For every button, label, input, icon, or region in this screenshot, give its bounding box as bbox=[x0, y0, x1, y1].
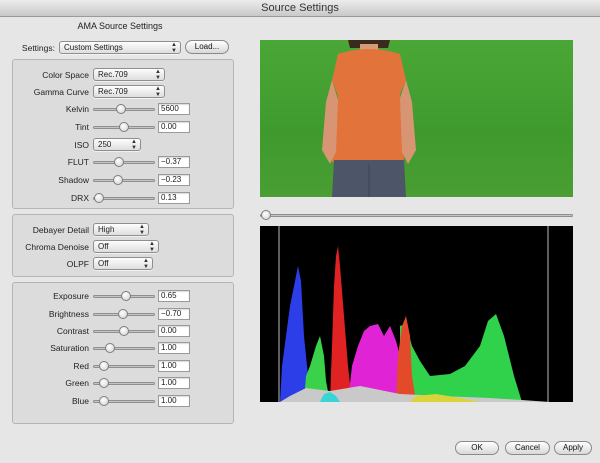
slider-thumb[interactable] bbox=[94, 193, 105, 203]
histogram-graph bbox=[260, 226, 573, 402]
grade-settings-group: Exposure 0.65 Brightness −0.70 Contrast … bbox=[12, 282, 234, 424]
video-frame-image bbox=[260, 40, 573, 197]
settings-label: Settings: bbox=[21, 43, 55, 53]
apply-button[interactable]: Apply bbox=[554, 441, 592, 455]
debayer-settings-group: Debayer Detail High ▲ ▼ Chroma Denoise Of… bbox=[12, 214, 234, 277]
blue-slider[interactable] bbox=[93, 395, 155, 407]
slider-track bbox=[93, 179, 155, 182]
flut-label: FLUT bbox=[67, 157, 89, 167]
slider-thumb[interactable] bbox=[99, 378, 110, 388]
contrast-field[interactable]: 0.00 bbox=[158, 325, 190, 337]
ama-source-settings-panel: AMA Source Settings Settings: Custom Set… bbox=[5, 17, 235, 424]
slider-thumb[interactable] bbox=[99, 396, 110, 406]
olpf-popup[interactable]: Off ▲ ▼ bbox=[93, 257, 153, 270]
red-slider[interactable] bbox=[93, 360, 155, 372]
slider-thumb[interactable] bbox=[120, 291, 131, 301]
gamma-curve-popup[interactable]: Rec.709 ▲ ▼ bbox=[93, 85, 165, 98]
shadow-label: Shadow bbox=[58, 175, 89, 185]
iso-label: ISO bbox=[74, 140, 89, 150]
debayer-detail-value: High bbox=[98, 225, 115, 234]
slider-thumb[interactable] bbox=[112, 175, 123, 185]
popup-arrows-icon: ▲ ▼ bbox=[131, 139, 137, 151]
popup-arrows-icon: ▲ ▼ bbox=[149, 241, 155, 253]
red-field[interactable]: 1.00 bbox=[158, 360, 190, 372]
timeline-scrubber[interactable] bbox=[260, 209, 573, 221]
kelvin-label: Kelvin bbox=[65, 104, 89, 114]
slider-thumb[interactable] bbox=[105, 343, 116, 353]
settings-popup[interactable]: Custom Settings ▲ ▼ bbox=[59, 41, 181, 54]
blue-field[interactable]: 1.00 bbox=[158, 395, 190, 407]
saturation-slider[interactable] bbox=[93, 342, 155, 354]
exposure-slider[interactable] bbox=[93, 290, 155, 302]
window-title: Source Settings bbox=[0, 0, 600, 17]
tint-label: Tint bbox=[75, 122, 89, 132]
contrast-label: Contrast bbox=[56, 326, 89, 336]
flut-field[interactable]: −0.37 bbox=[158, 156, 190, 168]
color-space-popup[interactable]: Rec.709 ▲ ▼ bbox=[93, 68, 165, 81]
chroma-denoise-label: Chroma Denoise bbox=[25, 242, 89, 252]
chroma-denoise-value: Off bbox=[98, 242, 109, 251]
kelvin-slider[interactable] bbox=[93, 103, 155, 115]
shadow-slider[interactable] bbox=[93, 174, 155, 186]
brightness-slider[interactable] bbox=[93, 308, 155, 320]
popup-arrows-icon: ▲ ▼ bbox=[155, 69, 161, 81]
drx-label: DRX bbox=[71, 193, 89, 203]
exposure-label: Exposure bbox=[53, 291, 89, 301]
olpf-label: OLPF bbox=[66, 259, 89, 269]
slider-thumb[interactable] bbox=[119, 326, 129, 336]
flut-slider[interactable] bbox=[93, 156, 155, 168]
debayer-detail-label: Debayer Detail bbox=[32, 225, 89, 235]
load-button[interactable]: Load... bbox=[185, 40, 229, 54]
slider-thumb[interactable] bbox=[117, 309, 128, 319]
histogram bbox=[260, 226, 573, 402]
green-label: Green bbox=[65, 378, 89, 388]
brightness-label: Brightness bbox=[48, 309, 89, 319]
brightness-field[interactable]: −0.70 bbox=[158, 308, 190, 320]
settings-popup-value: Custom Settings bbox=[64, 43, 123, 52]
iso-value: 250 bbox=[98, 140, 112, 149]
scrubber-thumb[interactable] bbox=[261, 210, 272, 220]
popup-arrows-icon: ▲ ▼ bbox=[143, 258, 149, 270]
chroma-denoise-popup[interactable]: Off ▲ ▼ bbox=[93, 240, 159, 253]
shadow-field[interactable]: −0.23 bbox=[158, 174, 190, 186]
popup-arrows-icon: ▲ ▼ bbox=[155, 86, 161, 98]
iso-popup[interactable]: 250 ▲ ▼ bbox=[93, 138, 141, 151]
saturation-label: Saturation bbox=[50, 343, 89, 353]
red-label: Red bbox=[73, 361, 89, 371]
green-slider[interactable] bbox=[93, 377, 155, 389]
color-settings-group: Color Space Rec.709 ▲ ▼ Gamma Curve Rec.7… bbox=[12, 59, 234, 209]
saturation-field[interactable]: 1.00 bbox=[158, 342, 190, 354]
slider-thumb[interactable] bbox=[99, 361, 110, 371]
kelvin-field[interactable]: 5600 bbox=[158, 103, 190, 115]
gamma-curve-label: Gamma Curve bbox=[33, 87, 89, 97]
color-space-label: Color Space bbox=[42, 70, 89, 80]
cancel-button[interactable]: Cancel bbox=[505, 441, 550, 455]
blue-label: Blue bbox=[71, 396, 89, 406]
tint-slider[interactable] bbox=[93, 121, 155, 133]
drx-field[interactable]: 0.13 bbox=[158, 192, 190, 204]
color-space-value: Rec.709 bbox=[98, 70, 128, 79]
slider-thumb[interactable] bbox=[115, 104, 126, 114]
gamma-curve-value: Rec.709 bbox=[98, 87, 128, 96]
slider-thumb[interactable] bbox=[119, 122, 129, 132]
exposure-field[interactable]: 0.65 bbox=[158, 290, 190, 302]
olpf-value: Off bbox=[98, 259, 109, 268]
green-field[interactable]: 1.00 bbox=[158, 377, 190, 389]
scrubber-track bbox=[260, 214, 573, 217]
contrast-slider[interactable] bbox=[93, 325, 155, 337]
slider-thumb[interactable] bbox=[114, 157, 125, 167]
source-settings-window: AMA Source Settings Settings: Custom Set… bbox=[0, 17, 600, 463]
popup-arrows-icon: ▲ ▼ bbox=[139, 224, 145, 236]
debayer-detail-popup[interactable]: High ▲ ▼ bbox=[93, 223, 149, 236]
drx-slider[interactable] bbox=[93, 192, 155, 204]
ok-button[interactable]: OK bbox=[455, 441, 499, 455]
video-preview bbox=[260, 40, 573, 197]
tint-field[interactable]: 0.00 bbox=[158, 121, 190, 133]
popup-arrows-icon: ▲ ▼ bbox=[171, 42, 177, 54]
panel-title: AMA Source Settings bbox=[77, 21, 163, 31]
slider-track bbox=[93, 347, 155, 350]
